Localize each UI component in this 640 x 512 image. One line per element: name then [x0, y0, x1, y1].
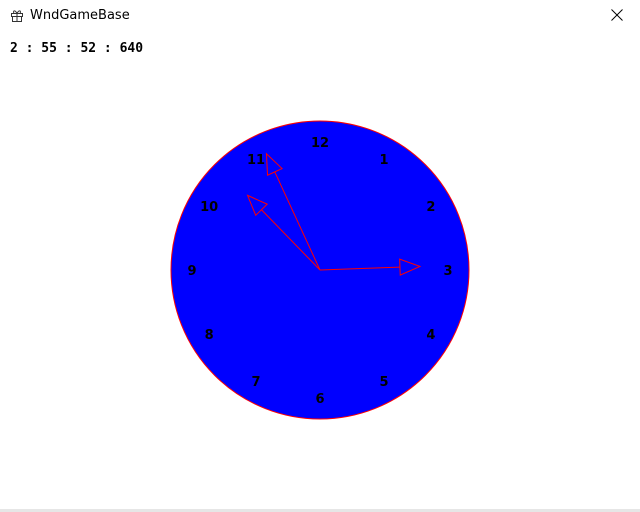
clock-numeral-10: 10: [200, 200, 218, 215]
clock-numeral-5: 5: [379, 375, 388, 390]
clock-numeral-4: 4: [426, 328, 435, 343]
clock-numeral-6: 6: [315, 392, 324, 407]
clock-numeral-12: 12: [311, 136, 329, 151]
clock-numeral-11: 11: [247, 153, 265, 168]
clock-numeral-7: 7: [251, 375, 260, 390]
clock-numeral-8: 8: [205, 328, 214, 343]
clock-numeral-1: 1: [379, 153, 388, 168]
clock-numeral-9: 9: [187, 264, 196, 279]
analog-clock: 121234567891011: [170, 120, 470, 420]
clock-numeral-3: 3: [443, 264, 452, 279]
clock-numeral-2: 2: [426, 200, 435, 215]
